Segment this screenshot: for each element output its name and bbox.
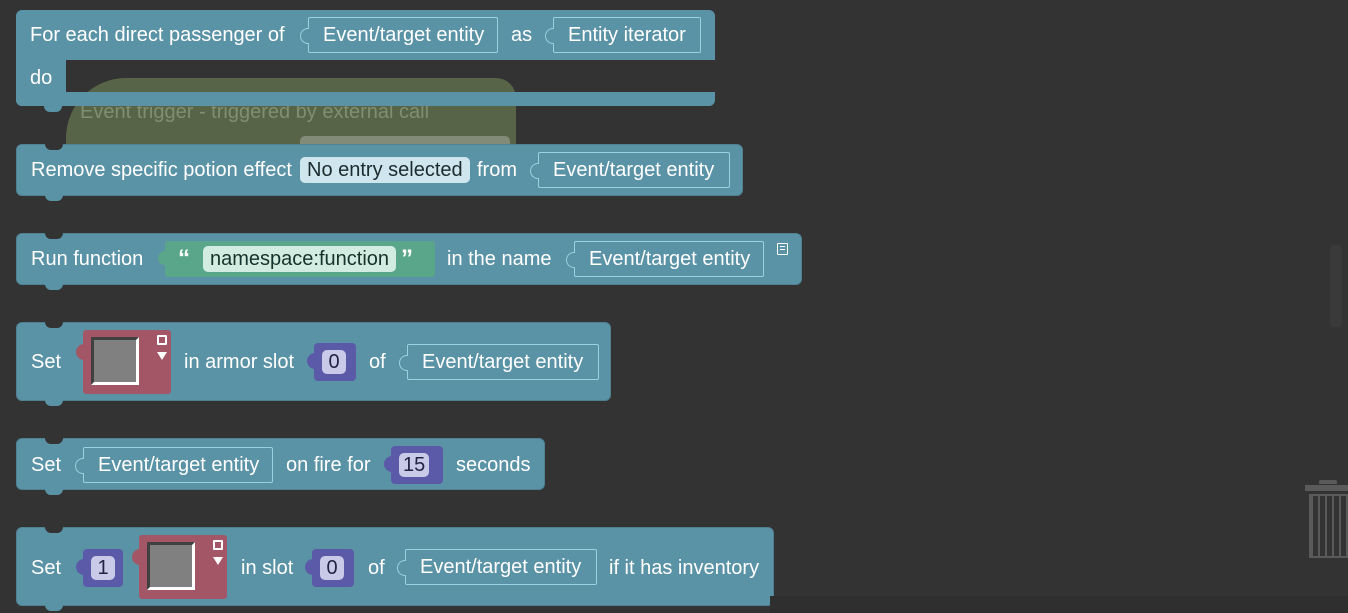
amount-value[interactable]: 1 (91, 556, 115, 580)
gem-icon (213, 557, 223, 565)
run-function-entity-input[interactable]: Event/target entity (566, 241, 764, 277)
open-quote-icon: “ (178, 245, 190, 272)
armor-slot-value[interactable]: 0 (322, 350, 346, 374)
on-fire-for-label: on fire for (286, 454, 371, 476)
seconds-label: seconds (456, 454, 531, 476)
in-the-name-label: in the name (447, 248, 552, 270)
of-label: of (369, 351, 386, 373)
run-function-block[interactable]: Run function “ namespace:function ” in t… (16, 233, 802, 290)
fire-seconds-number-block[interactable]: 15 (384, 446, 443, 484)
remove-potion-effect-block[interactable]: Remove specific potion effect No entry s… (16, 144, 743, 201)
set-armor-slot-block[interactable]: Set in armor slot 0 of Event/target enti… (16, 322, 611, 406)
close-quote-icon: ” (401, 245, 413, 272)
set-fire-entity-input[interactable]: Event/target entity (75, 447, 273, 483)
set-item-in-slot-block[interactable]: Set 1 in slot 0 of Event/target entity i… (16, 527, 774, 611)
for-each-footer (16, 92, 715, 106)
armor-item-block[interactable] (76, 330, 171, 394)
remove-potion-label: Remove specific potion effect (31, 159, 292, 181)
slot-item-slot[interactable] (147, 542, 195, 590)
vertical-scrollbar[interactable] (1330, 245, 1342, 327)
cube-icon (213, 540, 223, 550)
for-each-entity-input[interactable]: Event/target entity (300, 17, 498, 53)
horizontal-scrollbar[interactable] (770, 596, 1348, 613)
armor-item-slot[interactable] (91, 337, 139, 385)
set-slot-label: Set (31, 557, 62, 579)
armor-slot-number-block[interactable]: 0 (307, 343, 356, 381)
set-fire-label: Set (31, 454, 62, 476)
from-label: from (477, 159, 517, 181)
slot-item-block[interactable] (132, 535, 227, 599)
entity-iterator-input[interactable]: Entity iterator (545, 17, 701, 53)
in-slot-label: in slot (241, 557, 294, 579)
trash-icon[interactable] (1305, 480, 1348, 560)
in-armor-slot-label: in armor slot (184, 351, 295, 373)
run-function-label: Run function (31, 248, 144, 270)
slot-number-block[interactable]: 0 (305, 549, 354, 587)
set-on-fire-block[interactable]: Set Event/target entity on fire for 15 s… (16, 438, 545, 495)
of-slot-label: of (368, 557, 385, 579)
potion-effect-dropdown[interactable]: No entry selected (300, 157, 470, 183)
do-label: do (30, 67, 53, 89)
function-name-field[interactable]: namespace:function (203, 246, 397, 272)
for-each-label: For each direct passenger of (30, 24, 285, 46)
function-string-block[interactable]: “ namespace:function ” (158, 241, 435, 277)
set-armor-entity-input[interactable]: Event/target entity (399, 344, 599, 380)
gem-icon (157, 352, 167, 360)
as-label: as (511, 24, 533, 46)
remove-potion-entity-input[interactable]: Event/target entity (530, 152, 730, 188)
for-each-passenger-block[interactable]: For each direct passenger of Event/targe… (16, 9, 715, 112)
slot-value[interactable]: 0 (320, 556, 344, 580)
fire-seconds-value[interactable]: 15 (399, 453, 430, 477)
set-slot-entity-input[interactable]: Event/target entity (397, 549, 597, 585)
cube-icon (157, 335, 167, 345)
amount-number-block[interactable]: 1 (76, 549, 123, 587)
if-inventory-label: if it has inventory (609, 557, 760, 579)
set-armor-label: Set (31, 351, 62, 373)
comment-icon[interactable] (777, 243, 788, 255)
